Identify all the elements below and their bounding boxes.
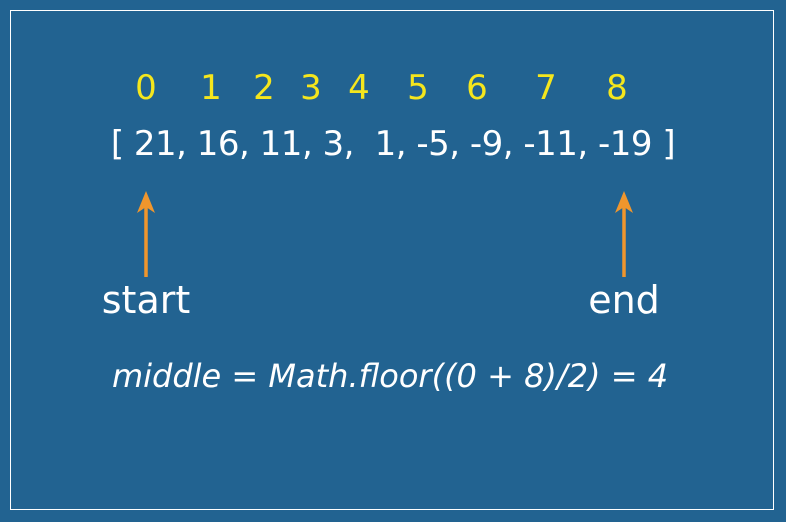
start-arrow-icon bbox=[137, 191, 155, 277]
pointer-arrows bbox=[137, 191, 633, 277]
end-arrow-icon bbox=[615, 191, 633, 277]
start-label: start bbox=[101, 278, 191, 322]
middle-formula: middle = Math.floor((0 + 8)/2) = 4 bbox=[111, 357, 669, 395]
end-label: end bbox=[588, 278, 660, 322]
